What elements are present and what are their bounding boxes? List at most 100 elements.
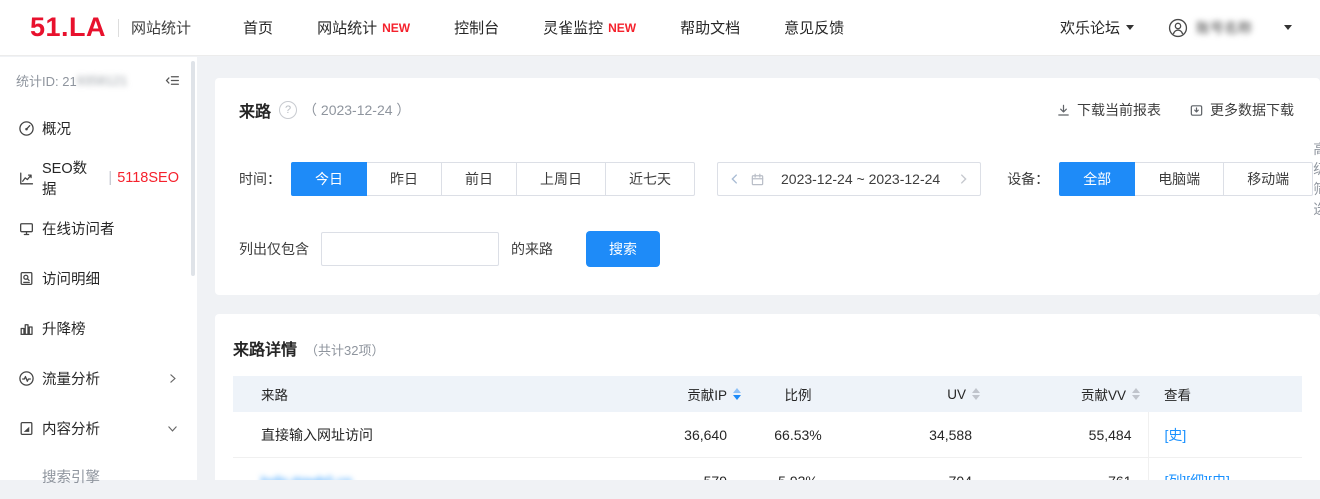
sort-icon[interactable] [733,388,741,400]
download-links: 下载当前报表 更多数据下载 [1056,100,1294,120]
sort-icon[interactable] [1132,388,1140,400]
col-referrer: 来路 [233,376,663,412]
device-label: 设备： [1007,169,1049,189]
col-uv[interactable]: UV [853,376,988,412]
sidebar-scrollbar[interactable] [191,61,195,276]
forum-label: 欢乐论坛 [1060,17,1120,38]
time-last-sunday-button[interactable]: 上周日 [516,162,606,196]
page-title: 来路 [239,98,271,122]
nav-lark-monitor-label: 灵雀监控 [543,20,603,37]
filter-row: 时间： 今日 昨日 前日 上周日 近七天 2023-12-24 ~ 2023-1… [239,139,1294,219]
vv-cell: 55,484 [988,412,1148,458]
collapse-sidebar-icon[interactable] [164,72,181,89]
device-mobile-button[interactable]: 移动端 [1223,162,1313,196]
referrer-filter-input[interactable] [321,232,499,266]
table-title-row: 来路详情 （共计32项） [233,336,1302,360]
download-report-label: 下载当前报表 [1077,100,1161,120]
nav-site-stats[interactable]: 网站统计 NEW [317,17,410,38]
referrer-cell: 直接输入网址访问 [233,412,663,458]
nav-help-docs-label: 帮助文档 [680,20,740,37]
sidebar-item-content-analysis[interactable]: 内容分析 [0,403,197,453]
uv-cell: 34,588 [853,412,988,458]
stat-id-label: 统计ID: 21 [16,71,77,90]
nav-help-docs[interactable]: 帮助文档 [680,17,740,38]
sidebar-item-seo-data[interactable]: SEO数据 | 5118SEO [0,153,197,203]
sidebar-item-label: 升降榜 [42,318,86,339]
calendar-icon [750,172,765,187]
col-view: 查看 [1148,376,1302,412]
device-all-button[interactable]: 全部 [1059,162,1135,196]
chevron-down-icon [166,422,179,435]
nav-feedback-label: 意见反馈 [784,20,844,37]
time-yesterday-button[interactable]: 昨日 [366,162,442,196]
history-link[interactable]: [史] [1165,427,1187,443]
user-menu[interactable]: 账号名称 [1168,18,1292,38]
view-cell: [列][细][史] [1148,458,1302,481]
stat-id-row: 统计ID: 21 9358121 [0,57,197,103]
more-data-download-label: 更多数据下载 [1210,100,1294,120]
help-icon[interactable]: ? [279,101,297,119]
download-icon [1056,103,1071,118]
document-search-icon [18,270,35,287]
col-ratio: 比例 [743,376,853,412]
referrer-detail-card: 来路详情 （共计32项） 来路 贡献IP 比例 U [215,314,1320,480]
sidebar-item-search-engine[interactable]: 搜索引擎 [0,453,197,499]
forum-dropdown[interactable]: 欢乐论坛 [1060,17,1134,38]
label-divider: | [108,170,112,186]
monitor-icon [18,220,35,237]
chevron-right-icon [166,372,179,385]
device-pc-button[interactable]: 电脑端 [1134,162,1224,196]
bar-chart-icon [18,320,35,337]
table-row: bxfg.rtgwb0.cn 579 5.93% 704 761 [列][细][… [233,458,1302,481]
ratio-cell: 66.53% [743,412,853,458]
chevron-right-icon[interactable] [956,172,970,186]
view-links[interactable]: [列][细][史] [1165,473,1230,481]
sidebar-item-rank-changes[interactable]: 升降榜 [0,303,197,353]
sidebar: 统计ID: 21 9358121 概况 SEO数据 | 5118SEO 在线访问… [0,57,197,480]
nav-site-stats-label: 网站统计 [317,20,377,37]
date-range-picker[interactable]: 2023-12-24 ~ 2023-12-24 [717,162,981,196]
nav-home-label: 首页 [243,20,273,37]
table-count: （共计32项） [305,340,384,359]
logo-divider [118,19,119,37]
more-data-download-link[interactable]: 更多数据下载 [1189,100,1294,120]
search-suffix-label: 的来路 [511,239,553,259]
sidebar-item-label: 在线访问者 [42,218,115,239]
nav-home[interactable]: 首页 [243,17,273,38]
advanced-filter-toggle[interactable]: 高级筛选 [1313,139,1320,219]
51la-logo[interactable]: 51.LA [30,12,106,43]
col-contrib-vv[interactable]: 贡献VV [988,376,1148,412]
date-range-value: 2023-12-24 ~ 2023-12-24 [765,171,956,187]
stat-id-masked: 9358121 [77,73,128,88]
table-header-row: 来路 贡献IP 比例 UV [233,376,1302,412]
top-nav: 首页 网站统计 NEW 控制台 灵雀监控NEW 帮助文档 意见反馈 [243,17,844,38]
time-today-button[interactable]: 今日 [291,162,367,196]
time-last7days-button[interactable]: 近七天 [605,162,695,196]
sidebar-item-label: 访问明细 [42,268,100,289]
nav-console[interactable]: 控制台 [454,17,499,38]
box-download-icon [1189,103,1204,118]
chevron-left-icon[interactable] [728,172,742,186]
col-contrib-ip[interactable]: 贡献IP [663,376,743,412]
download-report-link[interactable]: 下载当前报表 [1056,100,1161,120]
sidebar-item-label: 搜索引擎 [42,466,100,487]
referrer-link-masked[interactable]: bxfg.rtgwb0.cn [261,473,352,481]
referrer-cell: bxfg.rtgwb0.cn [233,458,663,481]
nav-feedback[interactable]: 意见反馈 [784,17,844,38]
sidebar-item-visit-details[interactable]: 访问明细 [0,253,197,303]
new-badge: NEW [382,21,410,35]
topbar-right: 欢乐论坛 账号名称 [1060,17,1292,38]
search-button[interactable]: 搜索 [586,231,660,267]
time-day-before-button[interactable]: 前日 [441,162,517,196]
gauge-icon [18,120,35,137]
sidebar-item-overview[interactable]: 概况 [0,103,197,153]
pulse-circle-icon [18,370,35,387]
sidebar-item-online-visitors[interactable]: 在线访问者 [0,203,197,253]
5118seo-link[interactable]: 5118SEO [117,170,179,186]
sort-icon[interactable] [972,388,980,400]
sidebar-item-traffic-analysis[interactable]: 流量分析 [0,353,197,403]
time-range-group: 今日 昨日 前日 上周日 近七天 [291,162,695,196]
ratio-cell: 5.93% [743,458,853,481]
advanced-filter-label: 高级筛选 [1313,139,1320,219]
nav-lark-monitor[interactable]: 灵雀监控NEW [543,17,636,38]
